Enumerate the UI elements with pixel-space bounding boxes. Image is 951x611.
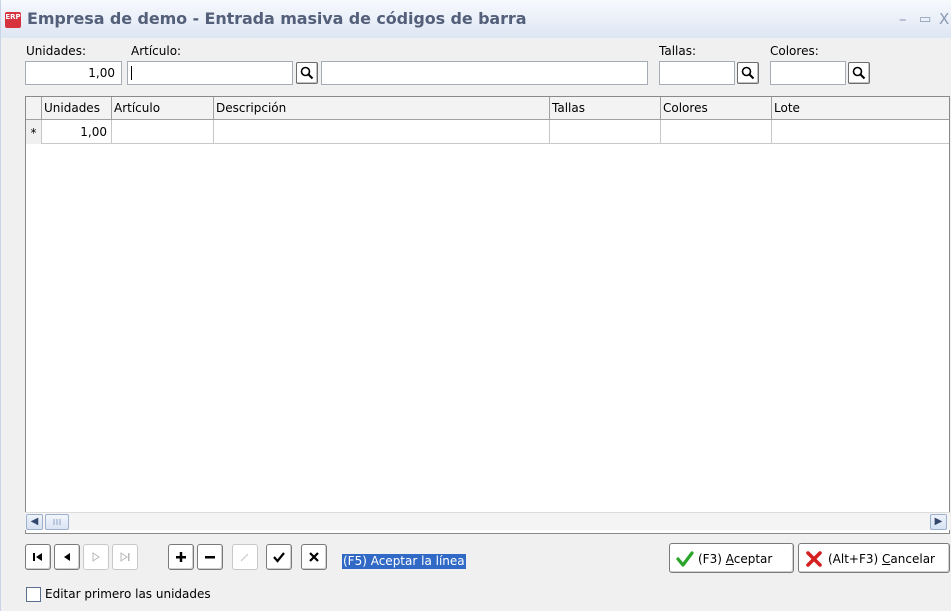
- red-x-icon: [806, 551, 822, 567]
- window-title: Empresa de demo - Entrada masiva de códi…: [27, 9, 527, 28]
- articulo-lookup-button[interactable]: [296, 62, 318, 84]
- magnifier-icon: [300, 66, 314, 80]
- accept-hotkey: A: [725, 552, 734, 566]
- scroll-right-arrow-icon[interactable]: ▶: [930, 514, 947, 530]
- tallas-input[interactable]: [659, 61, 735, 85]
- articulo-input[interactable]: [127, 61, 293, 85]
- checkmark-icon: [273, 552, 285, 563]
- close-button[interactable]: X: [939, 10, 949, 28]
- accept-button[interactable]: (F3) Aceptar: [669, 543, 794, 573]
- table-row[interactable]: * 1,00: [26, 120, 949, 144]
- maximize-button[interactable]: ▭: [919, 12, 931, 27]
- descripcion-input[interactable]: [321, 61, 648, 85]
- prior-record-icon: [64, 553, 70, 561]
- tallas-label: Tallas:: [659, 44, 697, 58]
- navigator-hint: (F5) Aceptar la línea: [342, 554, 466, 569]
- nav-insert-button[interactable]: [168, 544, 194, 570]
- minimize-button[interactable]: –: [899, 10, 907, 28]
- lines-grid[interactable]: Unidades Artículo Descripción Tallas Col…: [25, 96, 950, 534]
- nav-cancel-button[interactable]: [301, 544, 327, 570]
- colores-lookup-button[interactable]: [848, 62, 870, 84]
- minus-icon: [205, 556, 215, 559]
- cell-tallas[interactable]: [550, 120, 661, 144]
- column-header-lote[interactable]: Lote: [772, 97, 951, 120]
- unidades-label: Unidades:: [26, 44, 86, 58]
- scroll-thumb[interactable]: [45, 514, 69, 530]
- cell-descripcion[interactable]: [214, 120, 550, 144]
- nav-first-button[interactable]: [25, 544, 51, 570]
- column-header-descripcion[interactable]: Descripción: [214, 97, 550, 120]
- scroll-left-arrow-icon[interactable]: ◀: [26, 514, 43, 530]
- horizontal-scrollbar[interactable]: ◀ ▶: [25, 512, 950, 530]
- column-header-tallas[interactable]: Tallas: [550, 97, 661, 120]
- x-cancel-icon: [309, 552, 319, 562]
- tallas-lookup-button[interactable]: [737, 62, 759, 84]
- nav-delete-button[interactable]: [197, 544, 223, 570]
- articulo-label: Artículo:: [131, 44, 182, 58]
- first-record-icon: [33, 553, 42, 561]
- edit-units-first-label[interactable]: Editar primero las unidades: [45, 587, 211, 601]
- accept-rest: ceptar: [733, 552, 773, 566]
- colores-label: Colores:: [770, 44, 819, 58]
- cell-lote[interactable]: [772, 120, 951, 144]
- next-record-icon: [92, 552, 100, 562]
- cell-articulo[interactable]: [112, 120, 214, 144]
- dialog-window: ERP Empresa de demo - Entrada masiva de …: [0, 0, 951, 611]
- title-bar[interactable]: ERP Empresa de demo - Entrada masiva de …: [1, 0, 951, 38]
- unidades-input[interactable]: 1,00: [25, 61, 122, 85]
- text-caret: [131, 66, 132, 80]
- cancel-prefix: (Alt+F3): [828, 552, 883, 566]
- column-header-articulo[interactable]: Artículo: [112, 97, 214, 120]
- colores-input[interactable]: [770, 61, 846, 85]
- app-erp-icon: ERP: [5, 12, 21, 28]
- grid-header: Unidades Artículo Descripción Tallas Col…: [26, 97, 949, 120]
- edit-units-first-checkbox[interactable]: [26, 587, 41, 602]
- row-indicator-new: *: [26, 120, 42, 144]
- magnifier-icon: [741, 66, 755, 80]
- grid-corner: [26, 97, 42, 120]
- nav-edit-button[interactable]: [232, 544, 258, 570]
- cancel-button[interactable]: (Alt+F3) Cancelar: [798, 543, 950, 573]
- cancel-rest: ancelar: [890, 552, 935, 566]
- accept-prefix: (F3): [698, 552, 726, 566]
- green-check-icon: [676, 551, 694, 567]
- edit-pencil-icon: [240, 553, 249, 562]
- nav-prior-button[interactable]: [54, 544, 80, 570]
- nav-last-button[interactable]: [112, 544, 138, 570]
- cell-unidades[interactable]: 1,00: [42, 120, 112, 144]
- grip-icon: [53, 519, 61, 525]
- plus-icon: [176, 552, 186, 562]
- nav-post-button[interactable]: [266, 544, 292, 570]
- cell-colores[interactable]: [661, 120, 772, 144]
- column-header-unidades[interactable]: Unidades: [42, 97, 112, 120]
- last-record-icon: [120, 552, 130, 562]
- column-header-colores[interactable]: Colores: [661, 97, 772, 120]
- nav-next-button[interactable]: [83, 544, 109, 570]
- magnifier-icon: [852, 66, 866, 80]
